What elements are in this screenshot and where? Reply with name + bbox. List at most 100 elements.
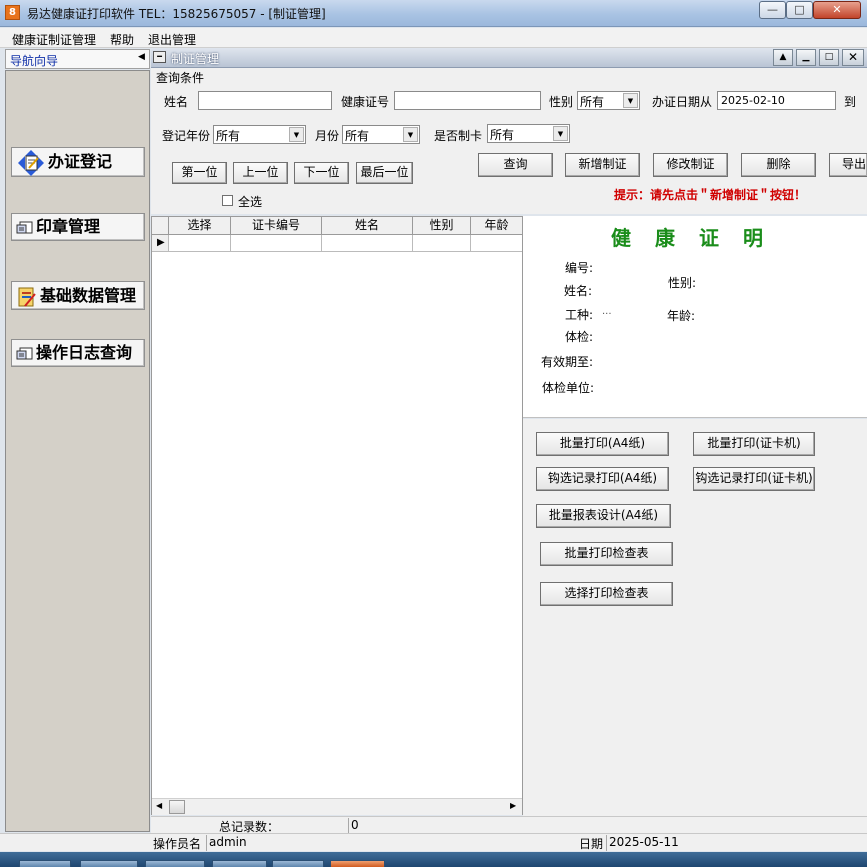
scroll-left-icon[interactable]: ◀ bbox=[156, 801, 162, 810]
scroll-up-icon[interactable]: ▲ bbox=[773, 49, 793, 66]
nav-header: 导航向导 ◀ bbox=[5, 49, 150, 69]
nav-item-registration[interactable]: 办证登记 bbox=[11, 147, 145, 177]
dropdown-arrow-icon[interactable]: ▼ bbox=[403, 127, 418, 142]
close-button[interactable]: ✕ bbox=[813, 1, 861, 19]
mdi-minimize-button[interactable]: ▁ bbox=[796, 49, 816, 66]
column-header-gender[interactable]: 性别 bbox=[413, 217, 471, 235]
edit-cert-button[interactable]: 修改制证 bbox=[653, 153, 728, 177]
taskbar-item[interactable] bbox=[80, 860, 138, 867]
query-panel: 查询条件 姓名 健康证号 性别 所有 ▼ 办证日期从 到 登记年份 所有 ▼ 月… bbox=[151, 68, 867, 214]
mdi-close-button[interactable]: ✕ bbox=[842, 49, 864, 66]
maximize-button[interactable]: □ bbox=[786, 1, 813, 19]
checked-print-card-button[interactable]: 钩选记录打印(证卡机) bbox=[693, 467, 815, 491]
reg-year-select-value: 所有 bbox=[216, 129, 241, 143]
collapse-arrow-icon[interactable]: ◀ bbox=[138, 52, 145, 62]
column-header-age[interactable]: 年龄 bbox=[471, 217, 522, 235]
cert-number-label: 编号: bbox=[565, 261, 594, 275]
table-cell[interactable] bbox=[413, 235, 471, 252]
batch-exam-sheet-button[interactable]: 批量打印检查表 bbox=[540, 542, 673, 566]
dropdown-arrow-icon[interactable]: ▼ bbox=[623, 93, 638, 108]
made-select-value: 所有 bbox=[490, 128, 515, 142]
nav-item-operation-log[interactable]: 操作日志查询 bbox=[11, 339, 145, 367]
taskbar-item[interactable] bbox=[272, 860, 324, 867]
cert-age-label: 年龄: bbox=[667, 309, 696, 323]
prev-record-button[interactable]: 上一位 bbox=[233, 162, 288, 184]
batch-print-card-button[interactable]: 批量打印(证卡机) bbox=[693, 432, 815, 456]
table-cell[interactable] bbox=[169, 235, 231, 252]
made-select[interactable]: 所有 ▼ bbox=[487, 124, 570, 143]
certificate-title: 健康证明 bbox=[611, 226, 787, 250]
table-cell[interactable] bbox=[322, 235, 413, 252]
cert-exam-unit-label: 体检单位: bbox=[542, 381, 595, 395]
table-cell[interactable] bbox=[471, 235, 522, 252]
name-label: 姓名 bbox=[164, 95, 189, 109]
registration-icon bbox=[18, 149, 44, 176]
nav-title: 导航向导 bbox=[10, 54, 59, 68]
mdi-maximize-button[interactable]: □ bbox=[819, 49, 839, 66]
column-header-select[interactable]: 选择 bbox=[169, 217, 231, 235]
title-bar: 8 易达健康证打印软件 TEL：15825675057 - [制证管理] — □… bbox=[0, 0, 867, 27]
table-cell[interactable] bbox=[231, 235, 322, 252]
checked-print-a4-button[interactable]: 钩选记录打印(A4纸) bbox=[536, 467, 669, 491]
app-icon: 8 bbox=[5, 5, 20, 20]
next-record-button[interactable]: 下一位 bbox=[294, 162, 349, 184]
taskbar-item[interactable] bbox=[145, 860, 205, 867]
column-header-cert-no[interactable]: 证卡编号 bbox=[231, 217, 322, 235]
month-select-value: 所有 bbox=[345, 129, 370, 143]
menu-help[interactable]: 帮助 bbox=[110, 31, 134, 48]
taskbar bbox=[0, 852, 867, 867]
made-label: 是否制卡 bbox=[434, 129, 483, 143]
nav-item-label: 办证登记 bbox=[48, 152, 113, 171]
issue-date-to-label: 到 bbox=[844, 95, 857, 109]
add-cert-button[interactable]: 新增制证 bbox=[565, 153, 640, 177]
first-record-button[interactable]: 第一位 bbox=[172, 162, 227, 184]
records-grid[interactable]: 选择 证卡编号 姓名 性别 年龄 ▶ ◀ ▶ bbox=[151, 216, 523, 815]
batch-report-design-button[interactable]: 批量报表设计(A4纸) bbox=[536, 504, 671, 528]
nav-panel: 办证登记 印章管理 基础数据管理 操作日志查询 bbox=[5, 70, 150, 832]
nav-item-seal[interactable]: 印章管理 bbox=[11, 213, 145, 241]
select-all-checkbox[interactable] bbox=[222, 195, 233, 206]
select-exam-sheet-button[interactable]: 选择打印检查表 bbox=[540, 582, 673, 606]
seal-icon bbox=[16, 221, 33, 233]
minimize-button[interactable]: — bbox=[759, 1, 786, 19]
cert-no-label: 健康证号 bbox=[341, 95, 390, 109]
column-header-name[interactable]: 姓名 bbox=[322, 217, 413, 235]
menu-health-cert[interactable]: 健康证制证管理 bbox=[12, 31, 96, 48]
last-record-button[interactable]: 最后一位 bbox=[356, 162, 413, 184]
select-all-label: 全选 bbox=[238, 195, 263, 209]
cert-gender-label: 性别: bbox=[668, 276, 697, 290]
nav-item-label: 印章管理 bbox=[36, 217, 101, 236]
content-window-header: ━ 制证管理 ▲ ▁ □ ✕ bbox=[151, 48, 867, 68]
gender-select[interactable]: 所有 ▼ bbox=[577, 91, 640, 110]
print-panel: 批量打印(A4纸) 批量打印(证卡机) 钩选记录打印(A4纸) 钩选记录打印(证… bbox=[523, 419, 867, 816]
grid-corner-cell bbox=[152, 217, 169, 235]
cert-job-value: ... bbox=[602, 306, 612, 317]
batch-print-a4-button[interactable]: 批量打印(A4纸) bbox=[536, 432, 669, 456]
window-menu-icon[interactable]: ━ bbox=[153, 51, 166, 63]
horizontal-scrollbar[interactable]: ◀ ▶ bbox=[152, 798, 522, 815]
total-records-value: 0 bbox=[348, 818, 867, 834]
date-label: 日期 bbox=[579, 837, 604, 851]
taskbar-item[interactable] bbox=[212, 860, 267, 867]
taskbar-item[interactable] bbox=[19, 860, 71, 867]
query-button[interactable]: 查询 bbox=[478, 153, 553, 177]
reg-year-select[interactable]: 所有 ▼ bbox=[213, 125, 306, 144]
query-group-label: 查询条件 bbox=[156, 71, 205, 85]
export-button[interactable]: 导出 bbox=[829, 153, 867, 177]
month-label: 月份 bbox=[315, 129, 340, 143]
name-input[interactable] bbox=[198, 91, 332, 110]
issue-date-from-input[interactable] bbox=[717, 91, 836, 110]
cert-valid-until-label: 有效期至: bbox=[541, 355, 594, 369]
dropdown-arrow-icon[interactable]: ▼ bbox=[289, 127, 304, 142]
records-bar: 总记录数： 0 bbox=[151, 816, 867, 834]
delete-button[interactable]: 删除 bbox=[741, 153, 816, 177]
scroll-thumb[interactable] bbox=[169, 800, 185, 814]
reg-year-label: 登记年份 bbox=[162, 129, 211, 143]
taskbar-item-active[interactable] bbox=[330, 860, 385, 867]
dropdown-arrow-icon[interactable]: ▼ bbox=[553, 126, 568, 141]
menu-exit[interactable]: 退出管理 bbox=[148, 31, 196, 48]
month-select[interactable]: 所有 ▼ bbox=[342, 125, 420, 144]
nav-item-basic-data[interactable]: 基础数据管理 bbox=[11, 281, 145, 310]
scroll-right-icon[interactable]: ▶ bbox=[510, 801, 516, 810]
cert-no-input[interactable] bbox=[394, 91, 541, 110]
